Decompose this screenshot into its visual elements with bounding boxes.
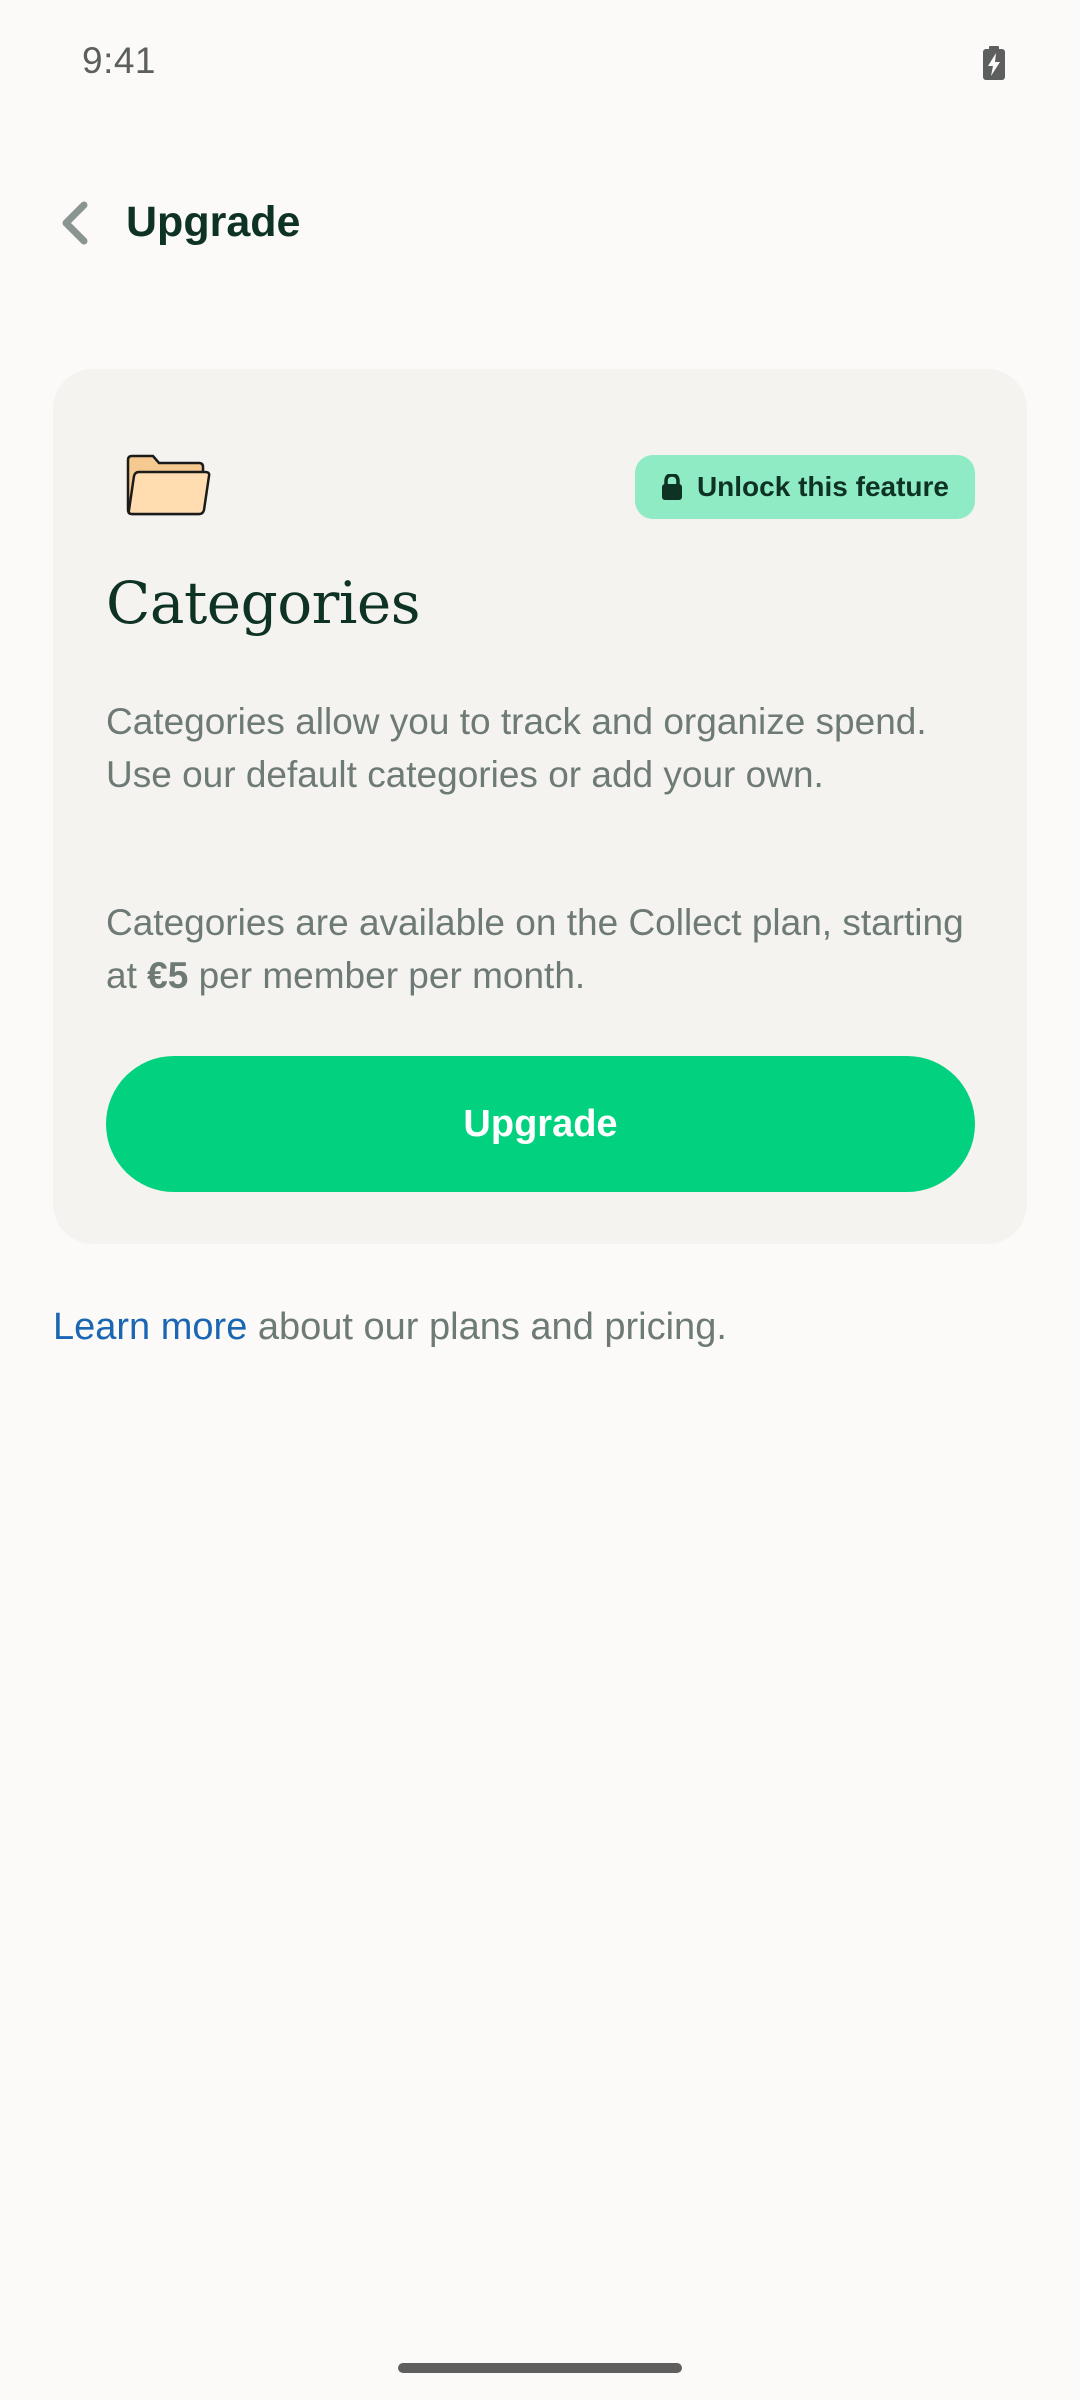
upgrade-button[interactable]: Upgrade [106, 1056, 975, 1192]
feature-description: Categories allow you to track and organi… [106, 701, 927, 795]
status-time: 9:41 [82, 40, 157, 81]
status-bar: 9:41 [0, 0, 1080, 126]
page-title: Upgrade [126, 198, 301, 246]
back-button[interactable] [40, 190, 110, 260]
price-value: €5 [147, 955, 189, 996]
home-indicator[interactable] [398, 2363, 682, 2373]
battery-charging-icon [982, 46, 1006, 80]
feature-title: Categories [106, 569, 421, 637]
pricing-text: Categories are available on the Collect … [106, 896, 986, 1002]
folder-icon [125, 454, 211, 516]
feature-card: Unlock this feature Categories Categorie… [53, 369, 1027, 1244]
plans-pricing-footer: Learn more about our plans and pricing. [53, 1306, 727, 1349]
lock-icon [661, 473, 683, 500]
pricing-suffix: per member per month. [198, 955, 586, 996]
learn-more-link[interactable]: Learn more [53, 1306, 247, 1348]
unlock-badge-label: Unlock this feature [696, 471, 949, 502]
unlock-feature-badge: Unlock this feature [634, 455, 975, 519]
app-bar: Upgrade [0, 170, 1080, 280]
upgrade-button-label: Upgrade [463, 1102, 618, 1145]
footer-text: about our plans and pricing. [257, 1306, 727, 1348]
chevron-left-icon [58, 201, 92, 250]
